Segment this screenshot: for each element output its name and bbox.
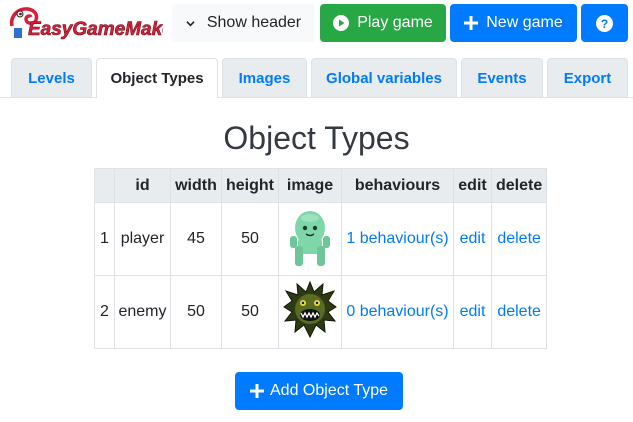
object-id: player xyxy=(114,202,171,276)
object-id: enemy xyxy=(114,275,171,349)
delete-link[interactable]: delete xyxy=(497,230,541,247)
tab-global-variables[interactable]: Global variables xyxy=(311,58,457,97)
column-header-num xyxy=(94,168,115,203)
delete-cell: delete xyxy=(490,275,548,349)
object-image-cell xyxy=(278,275,342,349)
behaviours-link[interactable]: 0 behaviour(s) xyxy=(346,303,448,320)
top-toolbar: EasyGameMaker Show header Play game New … xyxy=(0,0,633,50)
column-header-image: image xyxy=(278,168,342,203)
play-game-button[interactable]: Play game xyxy=(320,4,446,42)
show-header-button[interactable]: Show header xyxy=(172,4,315,42)
spiky-monster-sprite xyxy=(283,280,337,338)
object-width: 50 xyxy=(170,275,222,349)
edit-cell: edit xyxy=(453,275,492,349)
object-height: 50 xyxy=(221,275,279,349)
table-header-row: id width height image behaviours edit de… xyxy=(94,168,548,203)
column-header-edit: edit xyxy=(453,168,492,203)
chevron-down-icon xyxy=(186,20,195,26)
new-game-button[interactable]: New game xyxy=(450,4,577,42)
show-header-label: Show header xyxy=(206,14,302,31)
play-game-label: Play game xyxy=(357,14,433,31)
question-circle-icon: ? xyxy=(596,14,613,32)
column-header-height: height xyxy=(221,168,279,203)
delete-cell: delete xyxy=(490,202,548,276)
tab-export[interactable]: Export xyxy=(547,58,628,97)
row-number: 2 xyxy=(94,275,115,349)
object-width: 45 xyxy=(170,202,222,276)
column-header-id: id xyxy=(114,168,171,203)
green-alien-sprite xyxy=(290,210,330,266)
help-button[interactable]: ? xyxy=(581,4,628,42)
behaviours-link[interactable]: 1 behaviour(s) xyxy=(346,230,448,247)
column-header-width: width xyxy=(170,168,222,203)
tab-divider xyxy=(0,97,633,98)
edit-cell: edit xyxy=(453,202,492,276)
svg-text:?: ? xyxy=(601,17,608,31)
delete-link[interactable]: delete xyxy=(497,303,541,320)
plus-icon xyxy=(464,16,479,30)
tab-object-types[interactable]: Object Types xyxy=(96,58,218,98)
page-title: Object Types xyxy=(223,120,410,156)
tab-images[interactable]: Images xyxy=(222,58,307,97)
object-image-cell xyxy=(278,202,342,276)
row-number: 1 xyxy=(94,202,115,276)
tab-levels[interactable]: Levels xyxy=(11,58,92,97)
table-row: 1 player 45 50 1 behaviour(s) edit delet… xyxy=(94,202,548,276)
behaviours-cell: 1 behaviour(s) xyxy=(341,202,454,276)
svg-text:EasyGameMaker: EasyGameMaker xyxy=(28,19,163,40)
edit-link[interactable]: edit xyxy=(460,303,486,320)
object-height: 50 xyxy=(221,202,279,276)
plus-icon xyxy=(250,384,264,398)
column-header-behaviours: behaviours xyxy=(341,168,454,203)
edit-link[interactable]: edit xyxy=(460,230,486,247)
play-icon xyxy=(333,15,350,31)
behaviours-cell: 0 behaviour(s) xyxy=(341,275,454,349)
tab-events[interactable]: Events xyxy=(461,58,543,97)
add-object-type-label: Add Object Type xyxy=(270,382,388,399)
add-object-type-button[interactable]: Add Object Type xyxy=(235,372,403,410)
object-types-table: id width height image behaviours edit de… xyxy=(94,168,548,349)
column-header-delete: delete xyxy=(490,168,548,203)
table-row: 2 enemy 50 50 0 behaviour(s) edit delete xyxy=(94,275,548,349)
easygamemaker-logo: EasyGameMaker xyxy=(9,7,163,40)
new-game-label: New game xyxy=(486,14,563,31)
